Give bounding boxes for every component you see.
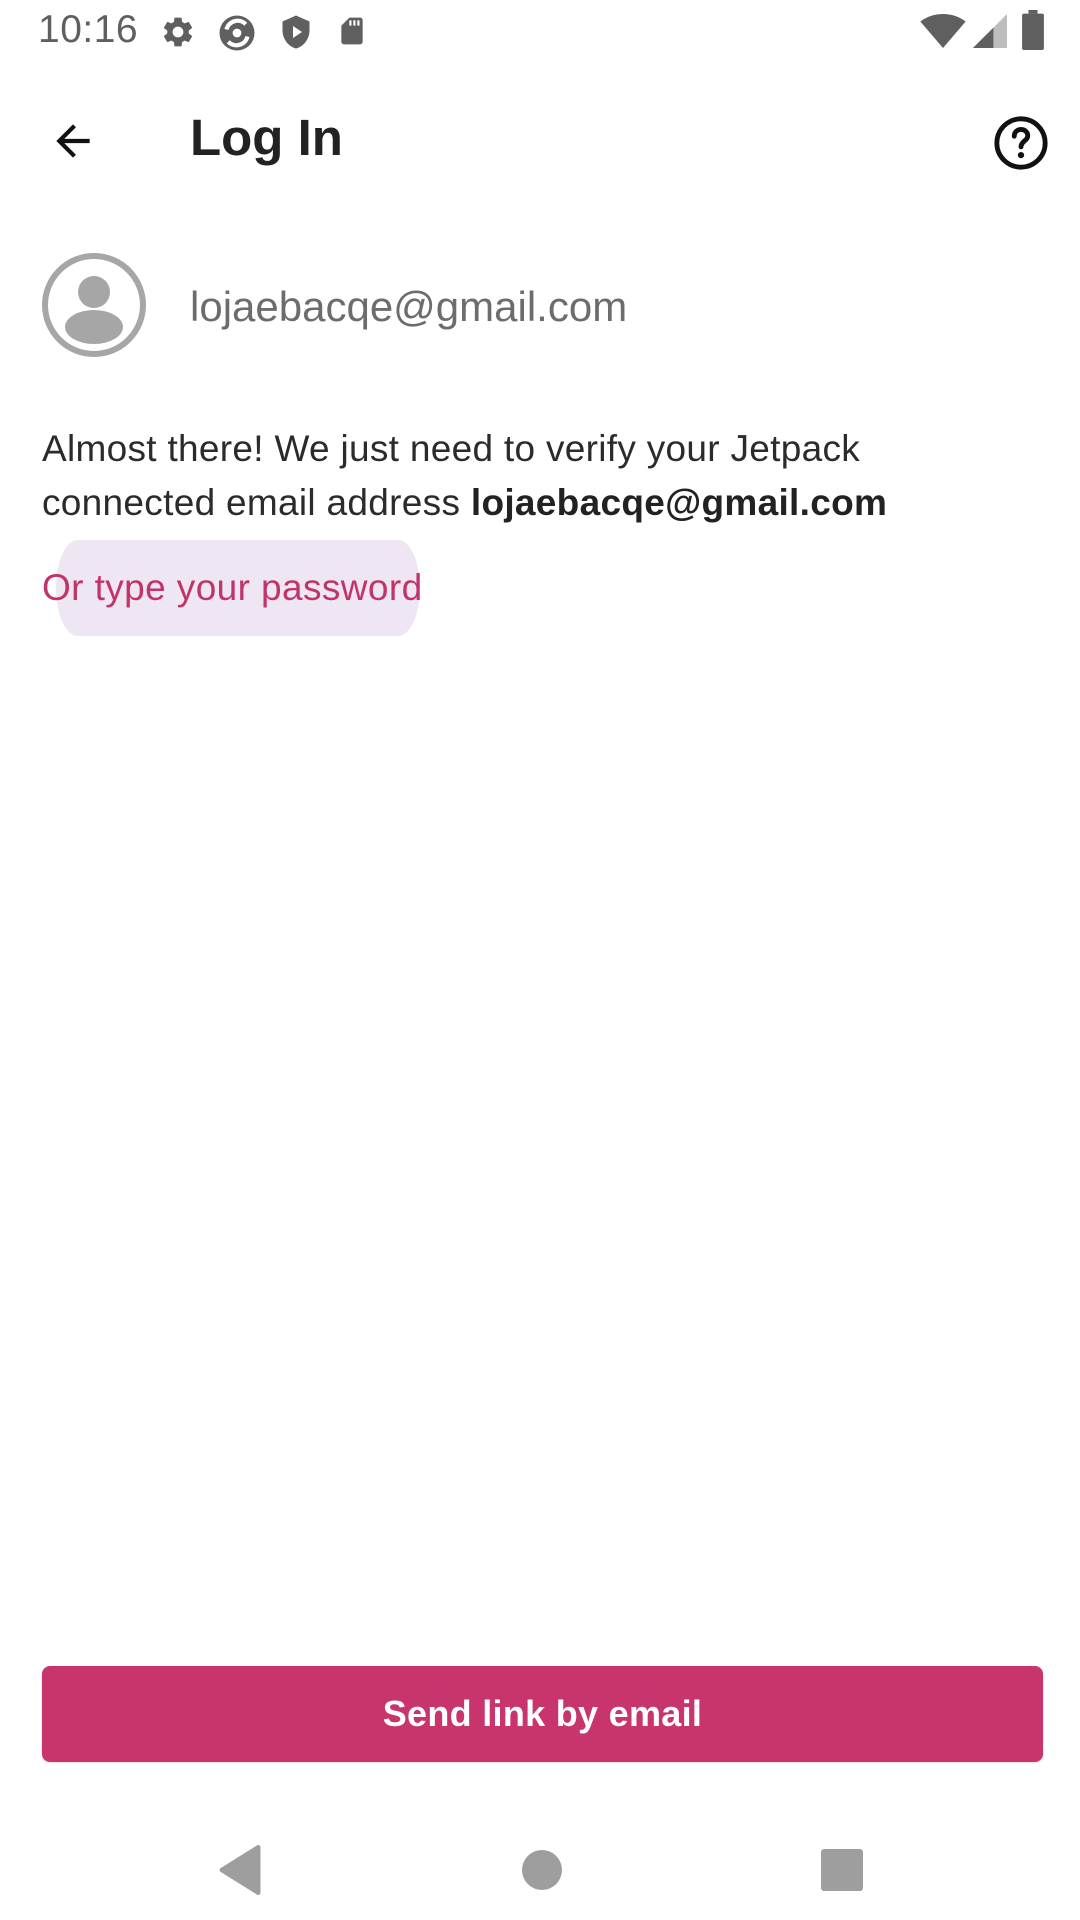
type-password-label: Or type your password [42, 567, 423, 608]
login-screen: 10:16 Log In lojaebacqe@gmail.com Almost… [0, 0, 1080, 1920]
settings-icon [160, 12, 196, 57]
page-title: Log In [190, 109, 343, 166]
arrow-back-icon [56, 124, 90, 158]
sd-card-icon [336, 12, 368, 55]
account-circle-icon [42, 253, 146, 357]
navigation-bar [0, 1810, 1080, 1920]
avatar [41, 252, 147, 358]
nav-back-button[interactable] [200, 1830, 280, 1910]
shield-play-icon [278, 12, 314, 57]
send-link-button[interactable]: Send link by email [42, 1666, 1043, 1762]
account-email: lojaebacqe@gmail.com [190, 283, 628, 330]
help-button[interactable] [978, 100, 1064, 186]
message-email: lojaebacqe@gmail.com [470, 482, 888, 523]
app-bar: Log In [0, 72, 1080, 204]
nav-recents-icon [821, 1849, 863, 1891]
help-circle-icon [994, 116, 1048, 170]
battery-icon [1022, 10, 1044, 55]
wifi-icon [920, 14, 966, 53]
nav-recents-button[interactable] [802, 1830, 882, 1910]
status-time: 10:16 [38, 8, 139, 51]
nav-home-button[interactable] [502, 1830, 582, 1910]
nav-home-icon [522, 1850, 562, 1890]
verification-message: Almost there! We just need to verify you… [42, 422, 1032, 530]
type-password-link[interactable]: Or type your password [42, 540, 423, 636]
send-link-label: Send link by email [382, 1693, 703, 1734]
back-button[interactable] [30, 98, 116, 184]
status-bar: 10:16 [0, 0, 1080, 64]
nav-back-icon [219, 1845, 261, 1895]
sync-icon [216, 12, 258, 59]
cellular-signal-icon [972, 14, 1008, 53]
